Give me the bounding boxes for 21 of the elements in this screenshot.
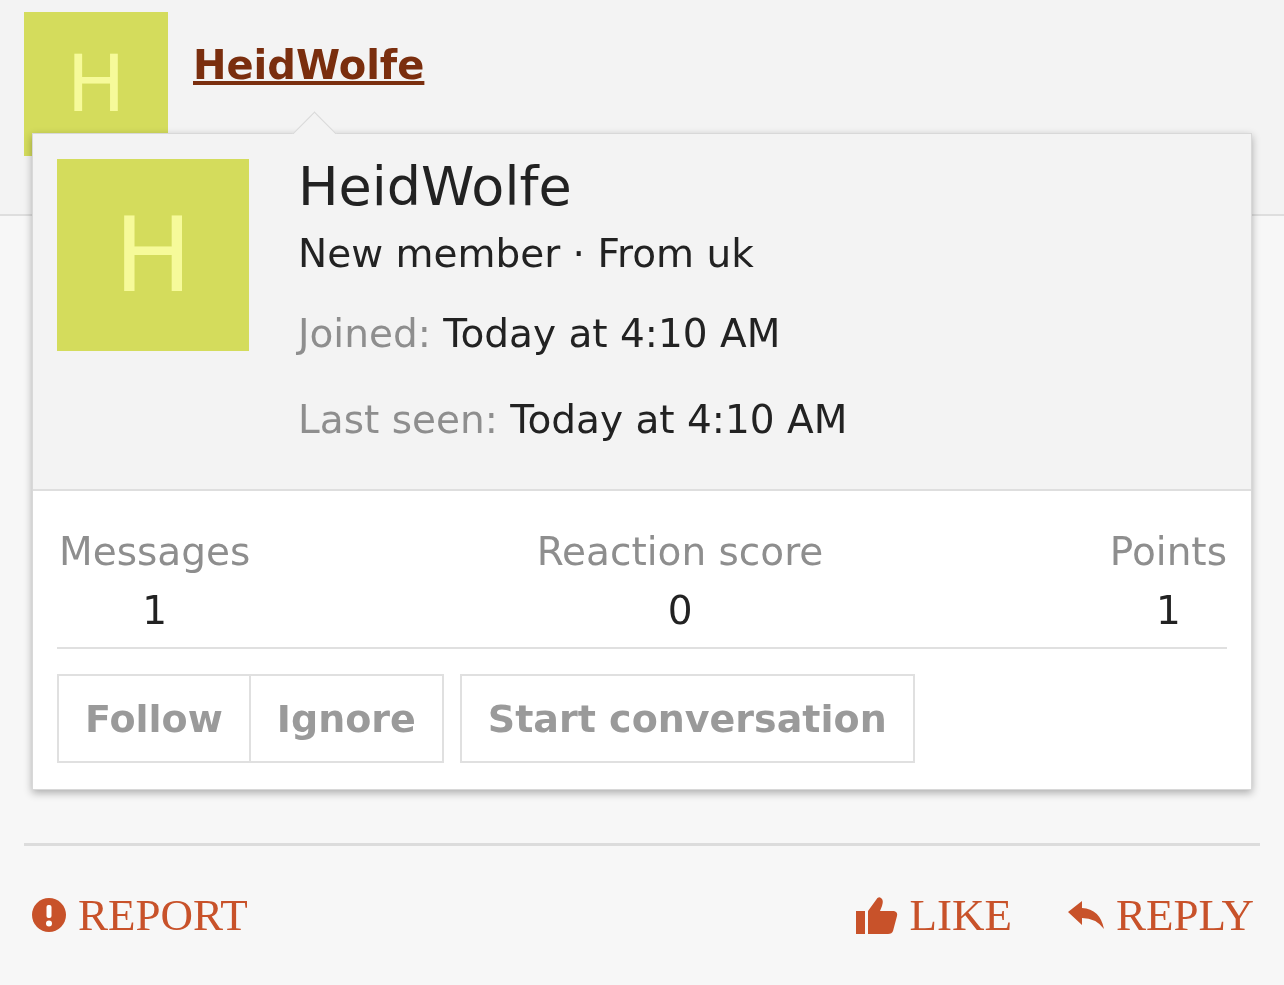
stat-value: 1 <box>1156 588 1181 633</box>
report-link[interactable]: REPORT <box>32 888 248 941</box>
alert-icon <box>32 897 66 932</box>
avatar: H <box>57 159 249 351</box>
stat-label: Reaction score <box>536 529 824 574</box>
member-name: HeidWolfe <box>298 155 573 219</box>
member-title: New member · From uk <box>298 231 755 277</box>
stat-label: Points <box>1109 529 1227 574</box>
username-link[interactable]: HeidWolfe <box>193 42 425 98</box>
member-detail: Joined: Today at 4:10 AM <box>298 311 782 357</box>
like-link[interactable]: LIKE <box>855 888 1012 941</box>
action-button[interactable]: Start conversation <box>459 674 915 763</box>
action-button[interactable]: Follow <box>57 674 251 763</box>
thumbs-up-icon <box>855 895 898 934</box>
member-detail: Last seen: Today at 4:10 AM <box>298 397 848 443</box>
stat-label: Messages <box>59 529 251 574</box>
action-button[interactable]: Ignore <box>250 674 444 763</box>
stat-value: 0 <box>667 588 693 633</box>
stat-value: 1 <box>142 588 168 633</box>
reply-icon <box>1068 900 1104 929</box>
reply-link[interactable]: REPLY <box>1068 888 1254 941</box>
